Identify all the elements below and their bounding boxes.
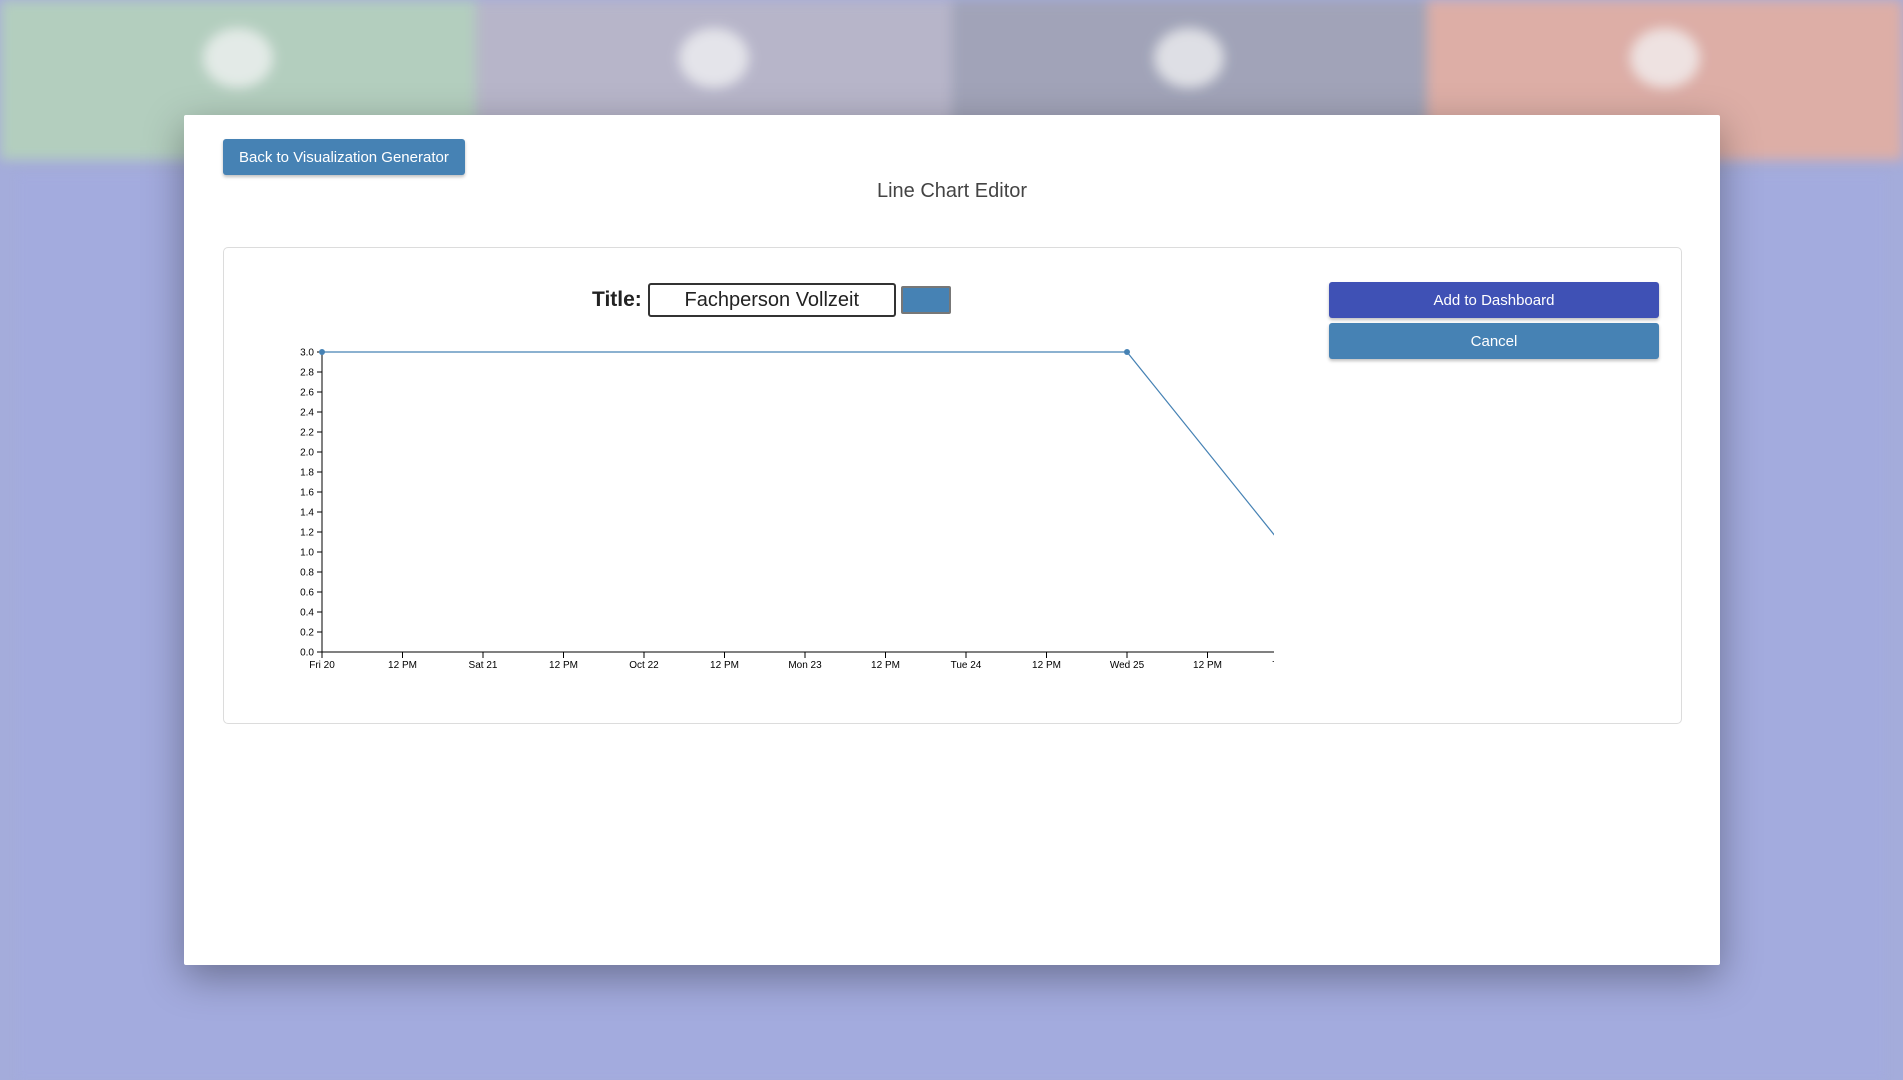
add-to-dashboard-button[interactable]: Add to Dashboard [1329,282,1659,318]
y-tick-label: 1.6 [300,488,314,499]
x-tick-label: 12 PM [388,660,417,671]
data-point [319,349,325,355]
cancel-button[interactable]: Cancel [1329,323,1659,359]
y-tick-label: 0.0 [300,648,314,659]
x-tick-label: 12 PM [871,660,900,671]
x-tick-label: Sat 21 [469,660,498,671]
x-tick-label: Tue 24 [951,660,982,671]
x-tick-label: 12 PM [710,660,739,671]
y-tick-label: 2.2 [300,428,314,439]
x-tick-label: Thu 26 [1272,660,1274,671]
title-label: Title: [592,288,642,311]
data-point [1124,349,1130,355]
x-tick-label: Wed 25 [1110,660,1145,671]
back-to-generator-button[interactable]: Back to Visualization Generator [223,139,465,175]
y-tick-label: 2.6 [300,388,314,399]
line-chart: 0.0 0.2 0.4 0.6 0.8 1.0 1.2 1.4 1.6 1.8 2.0 2.2 2.4 2… [254,344,1304,694]
x-tick-label: Fri 20 [309,660,335,671]
line-color-picker[interactable] [900,286,951,314]
chart-title-row: Title: [592,283,951,317]
y-tick-label: 0.8 [300,568,314,579]
y-tick-label: 2.0 [300,448,314,459]
modal-title: Line Chart Editor [876,180,1028,202]
y-tick-label: 0.4 [300,608,314,619]
x-tick-label: 12 PM [1193,660,1222,671]
y-tick-label: 1.0 [300,548,314,559]
y-tick-label: 1.4 [300,508,314,519]
x-tick-label: Mon 23 [788,660,822,671]
y-tick-label: 1.8 [300,468,314,479]
line-chart-editor-modal: Back to Visualization Generator Line Cha… [184,115,1720,965]
line-chart-svg: 0.0 0.2 0.4 0.6 0.8 1.0 1.2 1.4 1.6 1.8 2.0 2.2 2.4 2… [300,348,1304,672]
y-tick-label: 2.8 [300,368,314,379]
chart-editor-panel: Title: 0.0 0.2 0.4 0.6 0.8 1.0 1.2 1.4 1.6 1.8 2.0… [223,247,1682,724]
chart-title-input[interactable] [647,283,896,317]
y-tick-label: 0.2 [300,628,314,639]
y-tick-label: 0.6 [300,588,314,599]
y-tick-label: 1.2 [300,528,314,539]
series-line [322,351,1289,553]
x-tick-label: 12 PM [1032,660,1061,671]
y-tick-label: 3.0 [300,348,314,359]
x-tick-label: Oct 22 [629,660,659,671]
y-tick-label: 2.4 [300,408,314,419]
x-tick-label: 12 PM [549,660,578,671]
